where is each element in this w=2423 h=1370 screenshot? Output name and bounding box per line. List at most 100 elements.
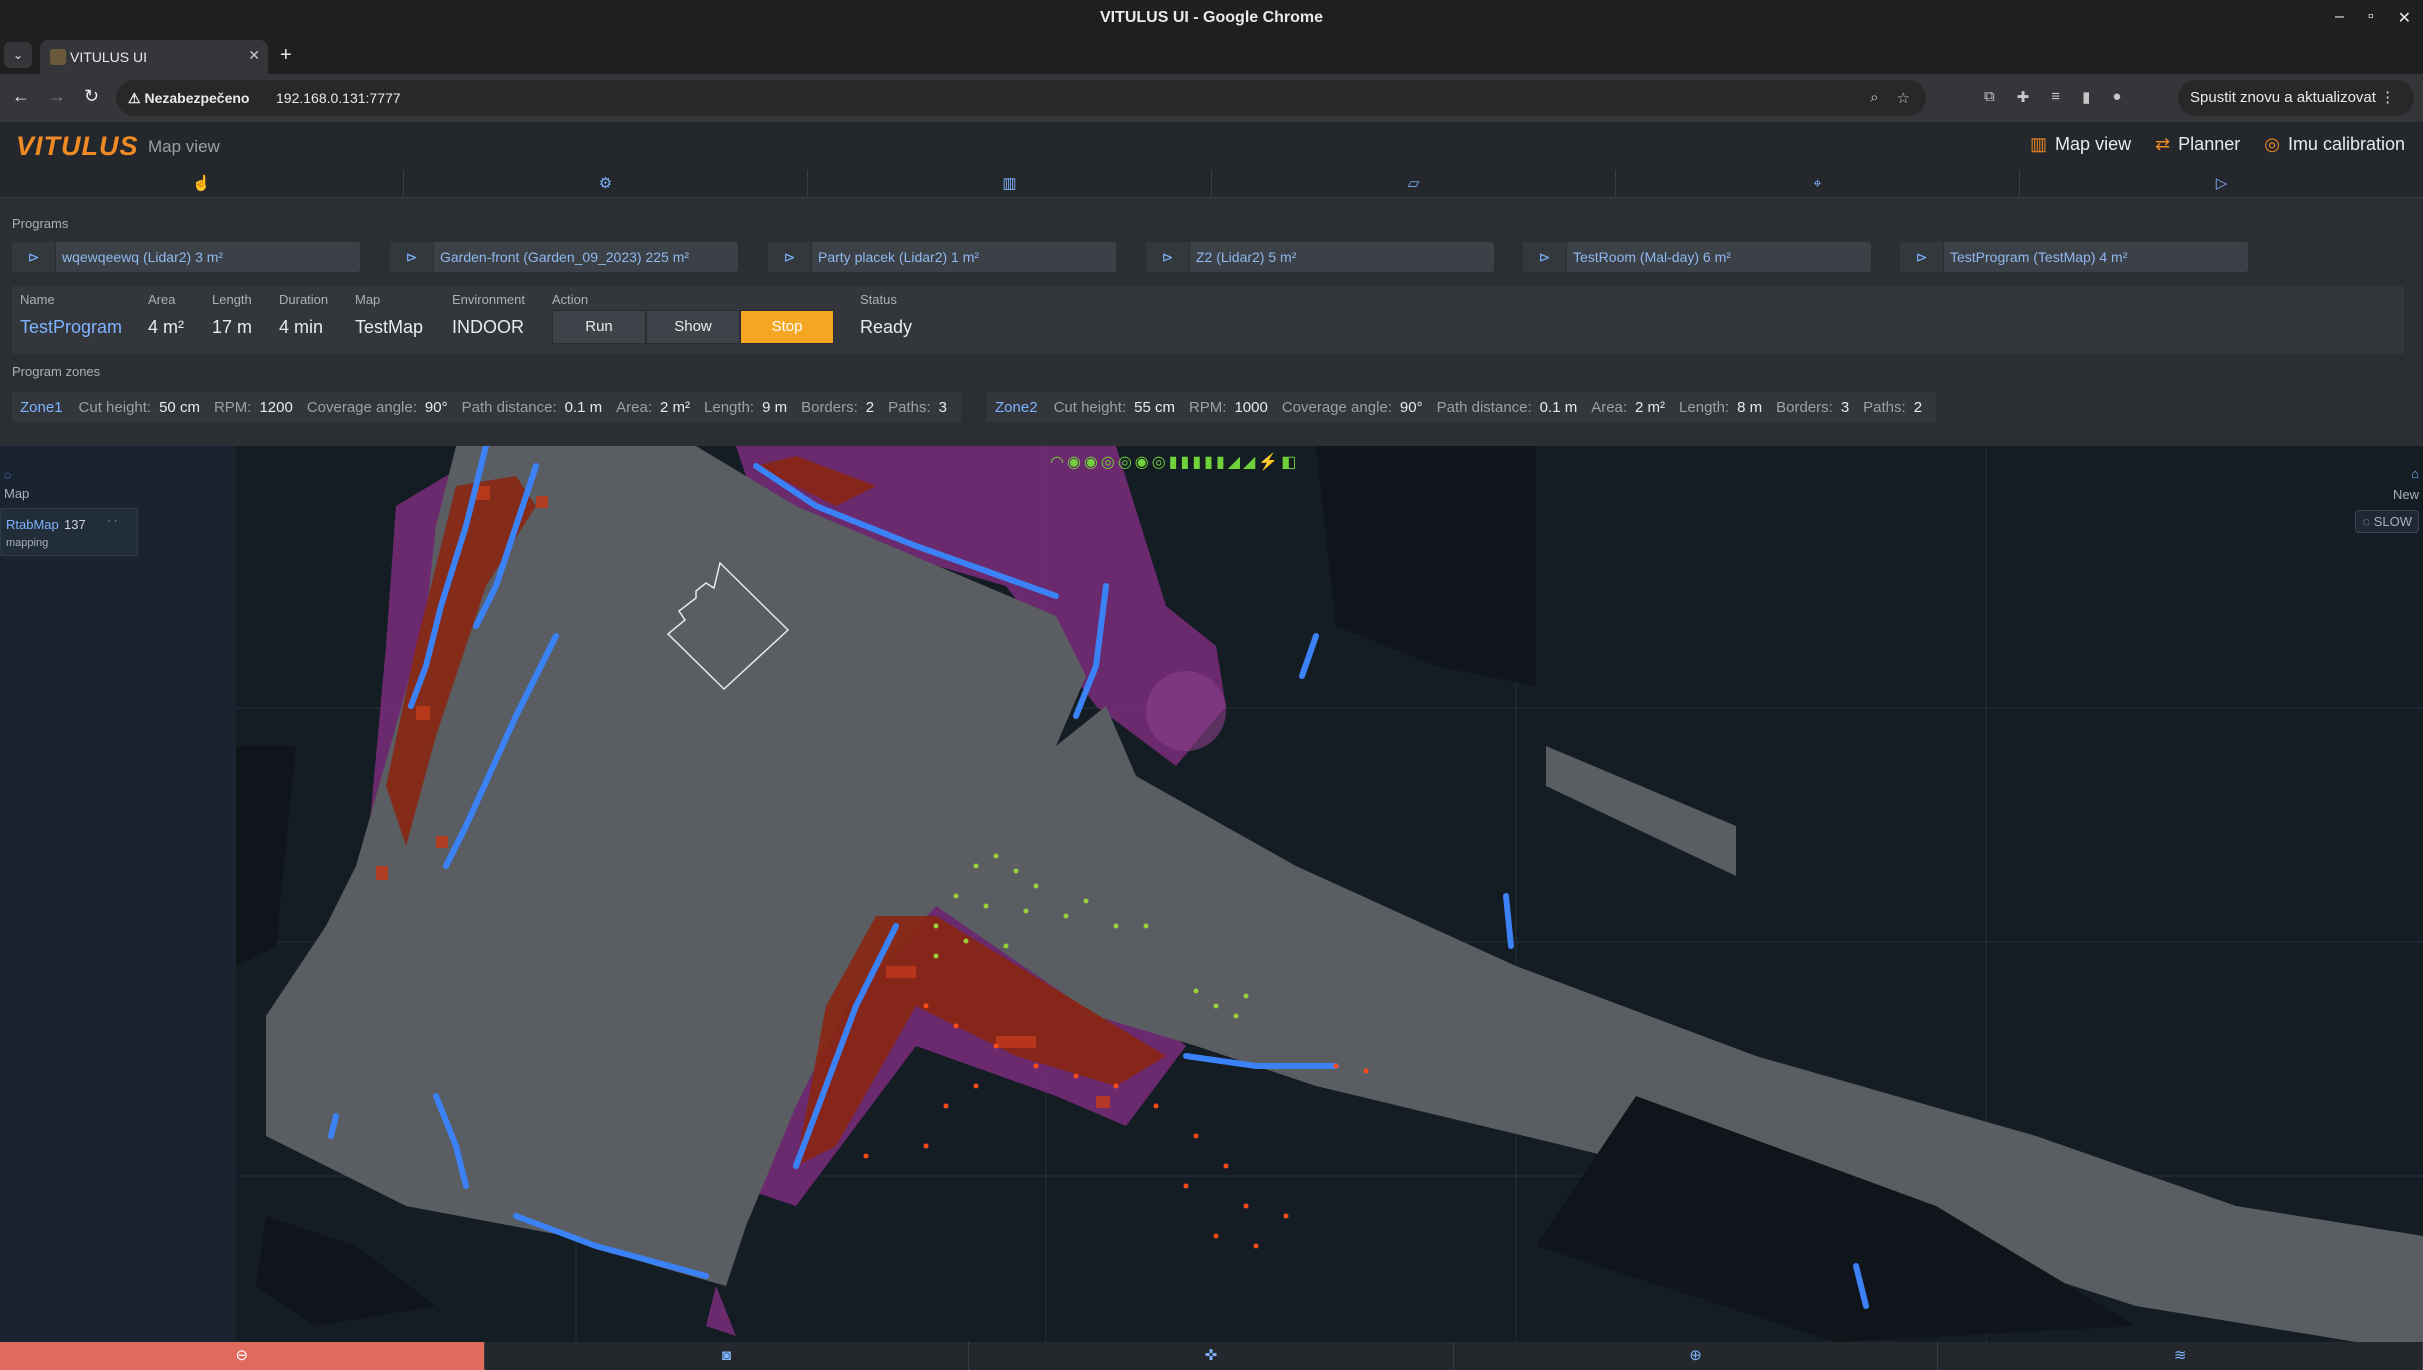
tab-close-icon[interactable]: ✕ bbox=[248, 47, 260, 64]
back-icon[interactable]: ← bbox=[12, 86, 30, 107]
programs-panel: Programs ⊳ wqewqeewq (Lidar2) 3 m² ⊳ Gar… bbox=[0, 198, 2423, 446]
home-icon[interactable]: ⌂ bbox=[2355, 466, 2419, 481]
play-circle-icon[interactable]: ⊳ bbox=[390, 242, 434, 272]
url-text[interactable]: 192.168.0.131:7777 bbox=[276, 90, 401, 106]
zone-key: RPM: bbox=[1188, 398, 1227, 416]
stop-button[interactable]: Stop bbox=[740, 310, 834, 344]
tab-map[interactable]: ▥ bbox=[808, 170, 1212, 197]
occupancy-map[interactable] bbox=[236, 446, 2423, 1342]
hand-icon: ☝ bbox=[192, 175, 211, 192]
reload-icon[interactable]: ↻ bbox=[84, 86, 99, 107]
zone-value: 1200 bbox=[259, 398, 293, 416]
run-button[interactable]: Run bbox=[552, 310, 646, 344]
play-circle-icon[interactable]: ⊳ bbox=[768, 242, 812, 272]
play-circle-icon[interactable]: ⊳ bbox=[12, 242, 56, 272]
maximize-icon[interactable]: ▫ bbox=[2368, 8, 2374, 28]
zone-value: 0.1 m bbox=[1539, 398, 1578, 416]
minimize-icon[interactable]: – bbox=[2335, 8, 2344, 28]
layer-options-icon[interactable]: · · bbox=[107, 515, 117, 527]
program-length: 17 m bbox=[212, 317, 253, 337]
play-circle-icon[interactable]: ⊳ bbox=[1900, 242, 1944, 272]
zone-key: Length: bbox=[704, 398, 755, 416]
security-indicator[interactable]: ⚠ Nezabezpečeno bbox=[128, 90, 250, 107]
forward-icon[interactable]: → bbox=[48, 86, 66, 107]
address-bar[interactable]: ⚠ Nezabezpečeno 192.168.0.131:7777 ⌕ ☆ bbox=[116, 80, 1926, 116]
camera-icon: ◙ bbox=[721, 1347, 731, 1364]
program-item[interactable]: ⊳ TestProgram (TestMap) 4 m² bbox=[1900, 242, 2248, 272]
media-icon[interactable]: ≡ bbox=[2051, 88, 2060, 106]
page-title: Map view bbox=[148, 137, 220, 156]
programs-label: Programs bbox=[12, 216, 69, 231]
slow-toggle[interactable]: ◌ SLOW bbox=[2355, 510, 2419, 533]
environment-header: Environment bbox=[452, 292, 525, 307]
tab-play[interactable]: ▷ bbox=[2020, 170, 2423, 197]
tab-search-icon[interactable]: ⌄ bbox=[4, 42, 32, 68]
nav-map-view[interactable]: ▥ Map view bbox=[2030, 134, 2131, 155]
target-icon[interactable]: ◌ bbox=[4, 468, 11, 482]
relaunch-button[interactable]: Spustit znovu a aktualizovat ⋮ bbox=[2178, 80, 2414, 116]
tab-target[interactable]: ⊕ bbox=[1454, 1342, 1939, 1370]
nav-imu-calibration[interactable]: ◎ Imu calibration bbox=[2264, 134, 2405, 155]
window-title: VITULUS UI - Google Chrome bbox=[1099, 9, 1324, 26]
zone-name[interactable]: Zone1 bbox=[20, 399, 63, 416]
tab-joystick[interactable]: ✜ bbox=[969, 1342, 1454, 1370]
zone-value: 50 cm bbox=[159, 398, 200, 416]
name-header: Name bbox=[20, 292, 55, 307]
tab-camera[interactable]: ◙ bbox=[485, 1342, 970, 1370]
zone-key: Borders: bbox=[801, 398, 858, 416]
new-tab-icon[interactable]: + bbox=[280, 44, 292, 67]
zone-value: 90° bbox=[424, 398, 448, 416]
security-label: Nezabezpečeno bbox=[144, 90, 250, 106]
translate-icon[interactable]: ⧉ bbox=[1984, 88, 1995, 106]
browser-tab[interactable]: VITULUS UI ✕ bbox=[40, 40, 268, 74]
zoom-icon[interactable]: ⌕ bbox=[1870, 89, 1878, 107]
new-button[interactable]: New bbox=[2355, 487, 2419, 502]
map-layer-item[interactable]: RtabMap 137 · · mapping bbox=[0, 508, 138, 556]
program-label: Party placek (Lidar2) 1 m² bbox=[818, 249, 980, 265]
zone-key: Cut height: bbox=[1053, 398, 1127, 416]
program-label: Garden-front (Garden_09_2023) 225 m² bbox=[440, 249, 690, 265]
zone-name[interactable]: Zone2 bbox=[995, 399, 1038, 416]
program-item[interactable]: ⊳ Party placek (Lidar2) 1 m² bbox=[768, 242, 1116, 272]
tool-tabs: ☝ ⚙ ▥ ⏥ ⌖ ▷ bbox=[0, 170, 2423, 198]
target-icon: ⊕ bbox=[1689, 1347, 1702, 1364]
nav-planner[interactable]: ⇄ Planner bbox=[2155, 134, 2240, 155]
profile-icon[interactable]: ● bbox=[2112, 88, 2121, 106]
tab-location[interactable]: ⌖ bbox=[1616, 170, 2020, 197]
zone-value: 1000 bbox=[1234, 398, 1268, 416]
zone-key: Path distance: bbox=[461, 398, 557, 416]
action-header: Action bbox=[552, 292, 589, 307]
program-detail: Name TestProgram Area 4 m² Length 17 m Dura… bbox=[12, 286, 2404, 354]
program-map: TestMap bbox=[355, 317, 424, 337]
tab-settings[interactable]: ⚙ bbox=[404, 170, 808, 197]
play-circle-icon[interactable]: ⊳ bbox=[1523, 242, 1567, 272]
zone-key: RPM: bbox=[213, 398, 252, 416]
nav-label: Planner bbox=[2178, 134, 2241, 154]
show-button[interactable]: Show bbox=[646, 310, 740, 344]
program-item[interactable]: ⊳ Garden-front (Garden_09_2023) 225 m² bbox=[390, 242, 738, 272]
close-window-icon[interactable]: ✕ bbox=[2398, 8, 2411, 28]
side-panel-icon[interactable]: ▮ bbox=[2082, 88, 2090, 106]
length-header: Length bbox=[212, 292, 252, 307]
map-area[interactable]: ◌ Map RtabMap 137 · · mapping ◠◉◉◎◎◉◎▮▮▮… bbox=[0, 446, 2423, 1342]
tab-record[interactable]: ⊖ bbox=[0, 1342, 485, 1370]
play-icon: ▷ bbox=[2215, 175, 2228, 192]
extensions-icon[interactable]: ✚ bbox=[2017, 88, 2030, 106]
tab-manual[interactable]: ☝ bbox=[0, 170, 404, 197]
program-status: Ready bbox=[860, 317, 913, 337]
zone-item: Zone1 Cut height: 50 cm RPM: 1200 Coverage… bbox=[12, 392, 962, 422]
tab-field[interactable]: ⏥ bbox=[1212, 170, 1616, 197]
zone-key: Paths: bbox=[1863, 398, 1906, 416]
program-label: Z2 (Lidar2) 5 m² bbox=[1196, 249, 1297, 265]
program-item[interactable]: ⊳ TestRoom (Mal-day) 6 m² bbox=[1523, 242, 1871, 272]
zone-value: 3 bbox=[938, 398, 948, 416]
play-circle-icon[interactable]: ⊳ bbox=[1146, 242, 1190, 272]
program-item[interactable]: ⊳ Z2 (Lidar2) 5 m² bbox=[1146, 242, 1494, 272]
program-name[interactable]: TestProgram bbox=[20, 317, 122, 338]
zone-key: Coverage angle: bbox=[306, 398, 417, 416]
bookmark-star-icon[interactable]: ☆ bbox=[1897, 89, 1910, 107]
program-item[interactable]: ⊳ wqewqeewq (Lidar2) 3 m² bbox=[12, 242, 360, 272]
gamepad-icon: ✜ bbox=[1204, 1347, 1218, 1364]
action-group: Run Show Stop bbox=[552, 310, 834, 344]
tab-layers[interactable]: ≋ bbox=[1938, 1342, 2423, 1370]
